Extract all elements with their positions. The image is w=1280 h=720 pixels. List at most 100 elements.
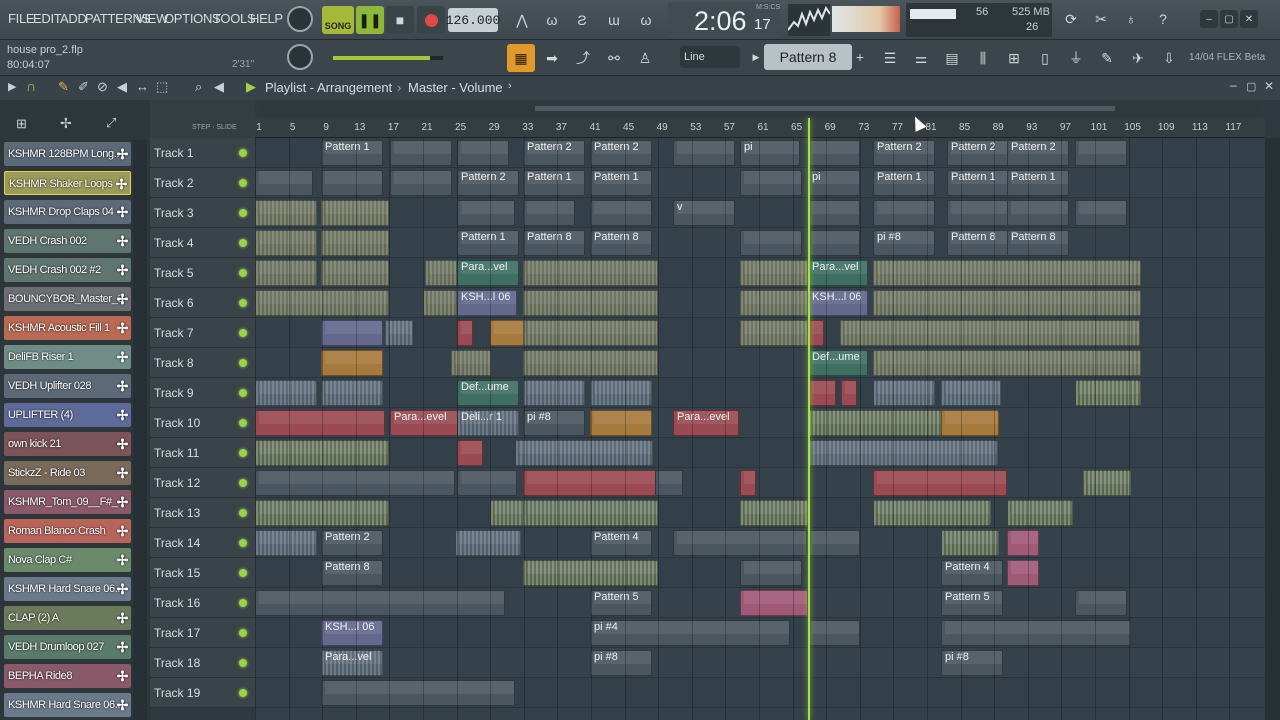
playlist-clip[interactable]	[390, 170, 452, 196]
wait-input-icon[interactable]: ω	[538, 6, 566, 34]
drag-handle-icon[interactable]: ✢	[117, 142, 129, 166]
instrument-item[interactable]: KSHMR Hard Snare 06... ✢	[4, 693, 131, 717]
add-pattern-button[interactable]: +	[852, 44, 868, 70]
track-header[interactable]: Track 16	[150, 588, 255, 618]
playlist-clip[interactable]: pi	[808, 170, 860, 196]
playlist-clip[interactable]	[808, 200, 860, 226]
playlist-clip[interactable]: Pattern 8	[321, 560, 383, 586]
track-mute-led[interactable]	[239, 479, 247, 487]
playlist-clip[interactable]	[1007, 500, 1073, 526]
playlist-clip[interactable]	[873, 290, 1141, 316]
track-header[interactable]: Track 9	[150, 378, 255, 408]
track-lane[interactable]: Pattern 1 Pattern 8 Pattern 8 pi #8 Pattern …	[255, 228, 1265, 258]
playlist-clip[interactable]	[1007, 560, 1039, 586]
playlist-clip[interactable]	[590, 410, 652, 436]
instrument-item[interactable]: VEDH Drumloop 027 ✢	[4, 635, 131, 659]
track-mute-led[interactable]	[239, 239, 247, 247]
track-mute-led[interactable]	[239, 359, 247, 367]
track-mute-led[interactable]	[239, 419, 247, 427]
timeline-ruler[interactable]: 1 5 9 13 17 21 25 29 33 37 41 45 49 53 57 61 65 69 73 77 81 8…	[255, 118, 1265, 138]
drag-handle-icon[interactable]: ✢	[117, 519, 129, 543]
track-header[interactable]: Track 1	[150, 138, 255, 168]
time-display[interactable]: M:S:CS 2:06 17	[668, 2, 780, 38]
instrument-item[interactable]: KSHMR 128BPM Long.. ✢	[4, 142, 131, 166]
track-mute-led[interactable]	[239, 179, 247, 187]
playlist-clip[interactable]	[321, 320, 383, 346]
instrument-item[interactable]: KSHMR Shaker Loops ✢	[4, 171, 131, 195]
drag-handle-icon[interactable]: ✢	[117, 403, 129, 427]
track-header[interactable]: Track 4	[150, 228, 255, 258]
sort-icon[interactable]: ✢	[60, 115, 72, 132]
playlist-clip[interactable]	[808, 230, 860, 256]
playlist-clip[interactable]: Pattern 2	[523, 140, 585, 166]
playlist-clip[interactable]: Para...vel	[457, 260, 519, 286]
playlist-clip[interactable]	[873, 350, 1141, 376]
playlist-clip[interactable]	[873, 260, 1141, 286]
playlist-context-arrow-icon[interactable]: ›	[508, 80, 512, 92]
playlist-clip[interactable]	[740, 470, 756, 496]
playlist-clip[interactable]: Pattern 1	[523, 170, 585, 196]
step-edit-icon[interactable]: ɯ	[600, 6, 628, 34]
playlist-clip[interactable]	[1007, 200, 1069, 226]
slide-icon[interactable]: ⤴	[569, 44, 597, 72]
playlist-clip[interactable]	[808, 530, 860, 556]
track-mute-led[interactable]	[239, 209, 247, 217]
playlist-clip[interactable]	[740, 590, 808, 616]
playlist-clip[interactable]	[808, 320, 824, 346]
play-button[interactable]: ❚❚	[356, 6, 384, 34]
paint-icon[interactable]: ✐	[78, 79, 89, 95]
playlist-clip[interactable]	[655, 470, 683, 496]
track-header[interactable]: Track 2	[150, 168, 255, 198]
slip-icon[interactable]: ↔	[136, 79, 149, 94]
track-lane[interactable]: v	[255, 198, 1265, 228]
playlist-clip[interactable]: pi #8	[523, 410, 585, 436]
track-lane[interactable]: Pattern 2 Pattern 4	[255, 528, 1265, 558]
playlist-clip[interactable]	[740, 290, 808, 316]
track-header[interactable]: Track 17	[150, 618, 255, 648]
playlist-clip[interactable]	[255, 200, 317, 226]
track-header[interactable]: Track 3	[150, 198, 255, 228]
playlist-clip[interactable]	[740, 260, 808, 286]
playlist-clip[interactable]	[321, 350, 383, 376]
pattern-prev-button[interactable]: ▶	[750, 46, 762, 68]
playlist-clip[interactable]	[808, 410, 942, 436]
playlist-clip[interactable]	[515, 440, 653, 466]
playlist-clip[interactable]: Pattern 2	[321, 530, 383, 556]
picker-icon[interactable]: ⊞	[16, 116, 27, 132]
playlist-clip[interactable]	[1083, 470, 1131, 496]
track-lane[interactable]: KSH...l 06 KSH...l 06	[255, 288, 1265, 318]
drag-handle-icon[interactable]: ✢	[117, 606, 129, 630]
playlist-clip[interactable]	[808, 440, 998, 466]
instrument-item[interactable]: BOUNCYBOB_Master_3 ✢	[4, 287, 131, 311]
playlist-clip[interactable]	[321, 170, 383, 196]
drag-handle-icon[interactable]: ✢	[116, 172, 128, 194]
playlist-clip[interactable]: pi	[740, 140, 800, 166]
pencil-icon[interactable]: ✎	[58, 79, 69, 95]
instrument-item[interactable]: BEPHA Ride8 ✢	[4, 664, 131, 688]
track-header[interactable]: Track 18	[150, 648, 255, 678]
track-mute-led[interactable]	[239, 509, 247, 517]
playlist-clip[interactable]: Def...ume	[457, 380, 519, 406]
menu-add[interactable]: ADD	[60, 11, 87, 26]
playlist-clip[interactable]	[321, 380, 383, 406]
playlist-clip[interactable]: Pattern 1	[321, 140, 383, 166]
mic-icon[interactable]: ♁	[1118, 6, 1144, 32]
drag-handle-icon[interactable]: ✢	[117, 229, 129, 253]
playlist-clip[interactable]	[947, 200, 1009, 226]
playlist-clip[interactable]	[255, 590, 505, 616]
track-header[interactable]: Track 11	[150, 438, 255, 468]
playlist-clip[interactable]	[523, 380, 585, 406]
playlist-clip[interactable]	[740, 500, 808, 526]
drag-handle-icon[interactable]: ✢	[117, 258, 129, 282]
playlist-clip[interactable]	[808, 140, 860, 166]
plugin-icon[interactable]: ▯	[1031, 44, 1059, 72]
instrument-item[interactable]: StickzZ - Ride 03 ✢	[4, 461, 131, 485]
playlist-clip[interactable]	[423, 290, 457, 316]
track-lane[interactable]	[255, 678, 1265, 708]
playlist-clip[interactable]	[1007, 530, 1039, 556]
drag-handle-icon[interactable]: ✢	[117, 490, 129, 514]
instrument-item[interactable]: KSHMR Hard Snare 06... ✢	[4, 577, 131, 601]
track-lane[interactable]: Pattern 1 Pattern 2 Pattern 2 pi Pattern 2 Pa…	[255, 138, 1265, 168]
track-lane[interactable]: Para...vel Para...vel	[255, 258, 1265, 288]
playlist-clip[interactable]	[455, 530, 521, 556]
